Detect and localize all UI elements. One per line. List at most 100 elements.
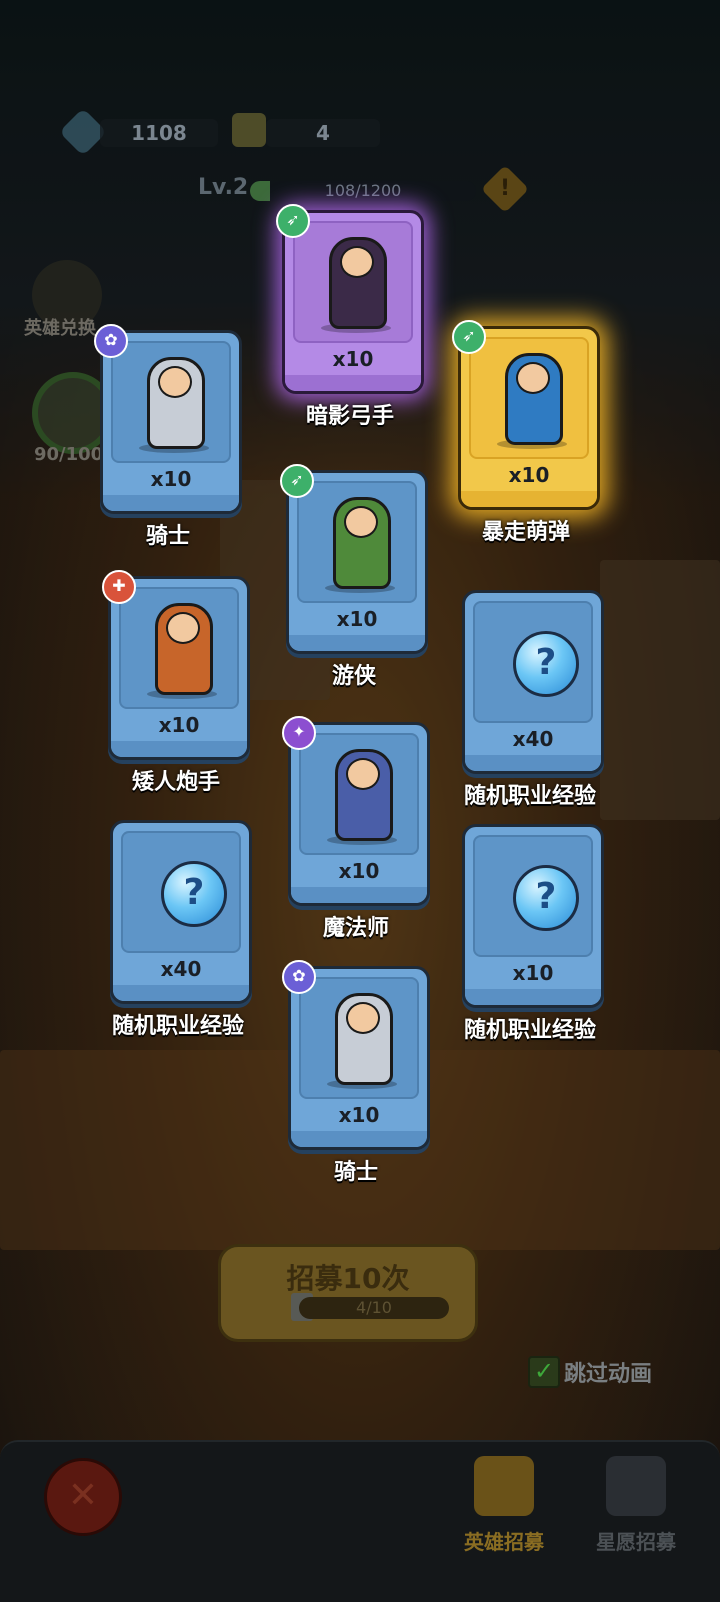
card-quantity: x10 [332,347,374,371]
card-art-frame [119,587,239,709]
question-orb-icon: ? [513,631,579,697]
recruit-10-button[interactable]: 招募10次 4/10 [218,1244,478,1342]
recruit-progress: 4/10 [299,1297,449,1319]
cannon-icon: ✚ [102,570,136,604]
question-orb-icon: ? [513,865,579,931]
check-icon: ✓ [533,1357,555,1385]
reward-card[interactable]: ? x40 [462,590,604,774]
gem-count: 1108 [131,121,187,145]
reward-card[interactable]: x10 [108,576,250,760]
reward-card[interactable]: x10 [288,966,430,1150]
reward-card[interactable]: x10 [458,326,600,510]
card-art-frame: ? [473,835,593,957]
reward-card[interactable]: x10 [282,210,424,394]
card-quantity: x10 [508,463,550,487]
tab-hero-recruit-label: 英雄招募 [464,1530,544,1554]
hero-head [166,612,200,644]
hero-name-label: 游侠 [331,664,376,689]
card-art-frame [299,733,419,855]
hero-exchange-label: 英雄兑换 [24,318,96,339]
card-quantity: x40 [512,727,554,751]
hero-name-label: 骑士 [333,1160,378,1185]
card-art-frame [299,977,419,1099]
card-bottom-band [113,985,249,1001]
card-bottom-band [285,375,421,391]
card-bottom-band [465,989,601,1005]
reward-card[interactable]: x10 [100,330,242,514]
reward-card[interactable]: ? x10 [462,824,604,1008]
card-bottom-band [289,635,425,651]
gem-counter: 1108 [100,119,218,147]
tab-star-wish-recruit[interactable]: 星愿招募 [576,1456,696,1566]
card-bottom-band [465,755,601,771]
card-art-frame [297,481,417,603]
card-bottom-band [103,495,239,511]
paw-icon: ✿ [282,960,316,994]
close-button[interactable]: ✕ [44,1458,122,1536]
hero-name-label: 随机职业经验 [111,1014,244,1039]
question-orb-icon: ? [161,861,227,927]
card-bottom-band [291,1131,427,1147]
card-quantity: x10 [338,1103,380,1127]
card-art-frame [469,337,589,459]
hero-name-label: 矮人炮手 [131,770,220,795]
reward-card[interactable]: x10 [288,722,430,906]
ticket-count: 4 [316,121,330,145]
ticket-counter: 4 [266,119,380,147]
hero-head [340,246,374,278]
card-art-frame: ? [121,831,241,953]
hero-name-label: 随机职业经验 [463,784,596,809]
close-icon: ✕ [67,1475,99,1516]
ticket-icon [232,113,266,147]
bow-icon: ➶ [452,320,486,354]
wizard-icon [335,749,393,841]
hero-name-label: 暗影弓手 [305,404,394,429]
card-bottom-band [111,741,247,757]
hero-name-label: 魔法师 [322,916,389,941]
card-quantity: x10 [338,859,380,883]
tab-hero-recruit[interactable]: 英雄招募 [444,1456,564,1566]
reward-card[interactable]: x10 [286,470,428,654]
card-art-frame: ? [473,601,593,723]
ranger-icon [333,497,391,589]
recruit-10-label: 招募10次 [286,1262,410,1295]
hero-head [158,366,192,398]
star-progress-text: 90/100 [34,444,104,465]
card-quantity: x10 [158,713,200,737]
card-quantity: x10 [336,607,378,631]
skip-animation-checkbox[interactable]: ✓ [528,1356,560,1388]
hero-name-label: 暴走萌弹 [481,520,570,545]
card-quantity: x10 [150,467,192,491]
card-quantity: x40 [160,957,202,981]
reward-card[interactable]: ? x40 [110,820,252,1004]
level-progress-text: 108/1200 [324,181,402,200]
card-bottom-band [461,491,597,507]
hero-head [344,506,378,538]
card-bottom-band [291,887,427,903]
dwarf-gunner-icon [155,603,213,695]
hero-head [516,362,550,394]
bow-icon: ➶ [280,464,314,498]
paw-icon: ✿ [94,324,128,358]
tab-star-wish-recruit-label: 星愿招募 [596,1530,676,1554]
bow-icon: ➶ [276,204,310,238]
hero-head [346,758,380,790]
card-art-frame [293,221,413,343]
wand-icon: ✦ [282,716,316,750]
knight-icon [147,357,205,449]
level-progress-bar: 108/1200 [250,181,476,201]
hero-name-label: 骑士 [145,524,190,549]
knight-icon [335,993,393,1085]
cannon-girl-icon [505,353,563,445]
hero-head [346,1002,380,1034]
skip-animation-label: 跳过动画 [564,1362,653,1387]
recruit-progress-text: 4/10 [356,1298,392,1317]
card-art-frame [111,341,231,463]
shadow-archer-icon [329,237,387,329]
card-quantity: x10 [512,961,554,985]
hero-recruit-icon [474,1456,534,1516]
hero-name-label: 随机职业经验 [463,1018,596,1043]
star-wish-recruit-icon [606,1456,666,1516]
level-label: Lv.2 [198,175,249,200]
warning-icon[interactable]: ! [480,164,530,214]
